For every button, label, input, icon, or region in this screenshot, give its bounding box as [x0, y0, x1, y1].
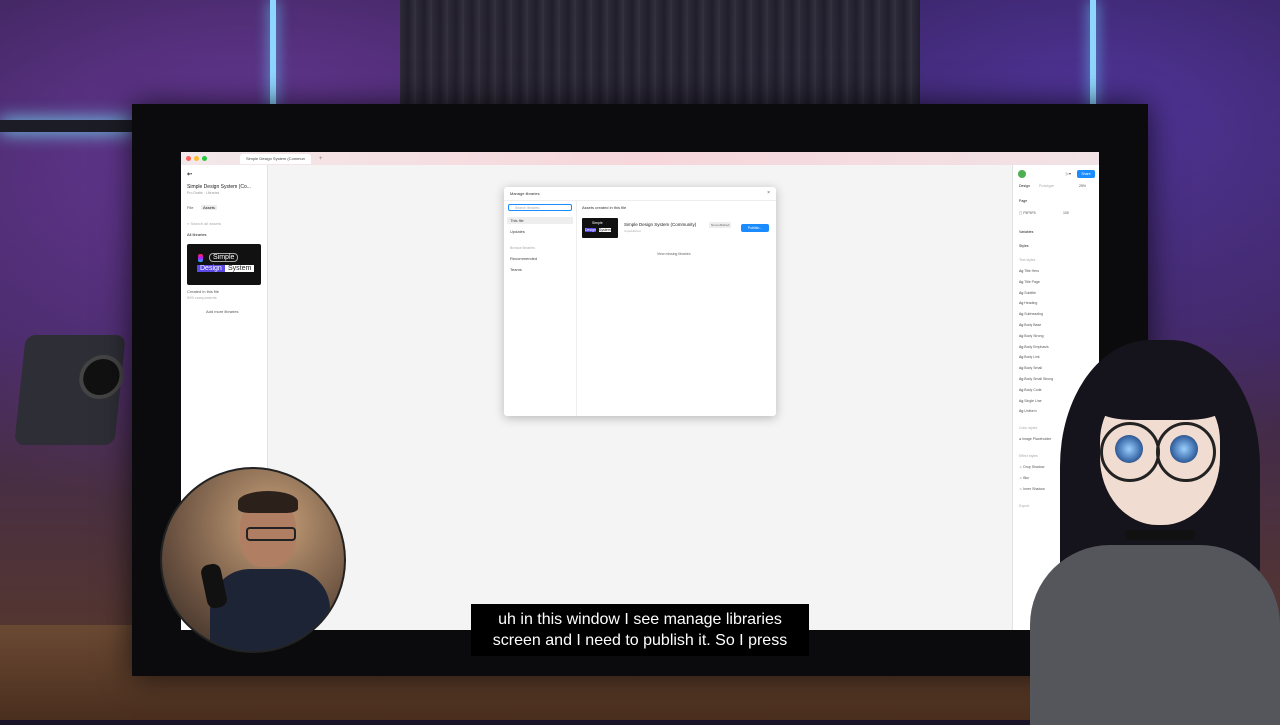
modal-title: Manage libraries — [510, 191, 540, 196]
tab-assets[interactable]: Assets — [201, 205, 218, 210]
webcam-feed — [160, 467, 346, 653]
modal-main: Assets created in this file Simple Desig… — [577, 200, 776, 416]
add-more-libraries-button[interactable]: Add more libraries — [206, 309, 238, 314]
page-color-input[interactable]: ▢ F5F5F5 — [1019, 211, 1036, 215]
file-location: Pro Drafts · Libraries — [187, 191, 220, 195]
variables-label[interactable]: Variables — [1019, 230, 1033, 234]
speaker — [14, 335, 126, 445]
library-name: Simple Design System (Community) — [624, 222, 697, 227]
thumb-word-design: Design — [197, 265, 225, 272]
text-style-label: Title Hero — [1024, 269, 1040, 273]
caption-line-1: uh in this window I see manage libraries — [498, 611, 782, 628]
text-style-item[interactable]: Ag Title Hero — [1019, 269, 1039, 273]
neon-light-left — [270, 0, 276, 110]
file-name[interactable]: Simple Design System (Co... — [187, 184, 251, 190]
tab-file[interactable]: File — [187, 205, 193, 210]
share-button[interactable]: Share — [1077, 170, 1095, 178]
thumb-meta: 999 components — [187, 295, 217, 300]
caption-line-2: screen and I need to publish it. So I pr… — [492, 632, 788, 649]
maximize-window-button[interactable] — [202, 156, 207, 161]
tab-prototype[interactable]: Prototype — [1039, 184, 1054, 188]
library-row-thumbnail: Simple Design System — [582, 218, 618, 238]
browse-section-label: Browse libraries — [510, 246, 535, 250]
text-style-item[interactable]: Ag Title Page — [1019, 280, 1040, 284]
microphone — [199, 562, 229, 610]
nav-recommended[interactable]: Recommended — [510, 256, 537, 261]
anime-avatar — [990, 330, 1280, 725]
library-meta: Unpublished — [624, 229, 641, 233]
page-opacity-input[interactable]: 100 — [1063, 211, 1069, 215]
file-tab[interactable]: Simple Design System (Commun — [240, 153, 311, 164]
close-icon[interactable]: × — [767, 190, 770, 196]
main-heading: Assets created in this file — [582, 205, 627, 210]
assets-search-input[interactable]: ⌕ Search all assets — [187, 221, 221, 226]
page-label: Page — [1019, 199, 1028, 203]
title-bar: Simple Design System (Commun + — [181, 152, 1099, 165]
modal-header: Manage libraries × — [504, 187, 776, 201]
text-style-item[interactable]: Ag Subheading — [1019, 312, 1043, 316]
zoom-level[interactable]: 25% — [1079, 184, 1086, 188]
text-style-label: Heading — [1024, 301, 1038, 306]
library-search-input[interactable]: Search libraries — [508, 204, 572, 211]
figma-menu-icon[interactable]: ◆▾ — [187, 171, 192, 176]
text-style-label: Subheading — [1024, 312, 1043, 317]
neon-light-right — [1090, 0, 1096, 110]
text-style-label: Subtitle — [1024, 290, 1036, 295]
thumb-word-system: System — [225, 265, 255, 272]
minimize-window-button[interactable] — [194, 156, 199, 161]
library-thumbnail[interactable]: Simple Design System — [187, 244, 261, 285]
text-style-item[interactable]: Ag Subtitle — [1019, 291, 1036, 295]
status-badge: Not published — [709, 222, 732, 228]
new-tab-button[interactable]: + — [319, 156, 323, 162]
publish-button[interactable]: Publish... — [741, 224, 769, 232]
thumb-caption: Created in this file — [187, 289, 220, 294]
curtain — [400, 0, 920, 120]
nav-teams[interactable]: Teams — [510, 267, 522, 272]
tab-design[interactable]: Design — [1019, 184, 1030, 188]
figma-logo-icon — [198, 254, 203, 262]
shelf — [0, 120, 135, 132]
manage-libraries-modal: Manage libraries × Search libraries This… — [504, 187, 776, 416]
text-style-item[interactable]: Ag Heading — [1019, 301, 1037, 305]
text-styles-label: Text styles — [1019, 258, 1036, 262]
modal-sidebar: Search libraries This file Updates Brows… — [504, 200, 577, 416]
view-missing-libraries-link[interactable]: View missing libraries — [657, 252, 691, 256]
text-style-label: Title Page — [1024, 279, 1040, 284]
present-icon[interactable]: ▷▾ — [1066, 171, 1071, 176]
styles-label: Styles — [1019, 244, 1029, 248]
close-window-button[interactable] — [186, 156, 191, 161]
nav-updates[interactable]: Updates — [510, 229, 525, 234]
thumb-word-simple: Simple — [209, 253, 239, 262]
text-style-label: Body Base — [1024, 323, 1042, 327]
all-libraries-heading: All libraries — [187, 232, 207, 237]
subtitle-caption: uh in this window I see manage libraries… — [471, 604, 809, 656]
library-row[interactable]: Simple Design System Simple Design Syste… — [582, 218, 771, 240]
avatar[interactable] — [1018, 170, 1026, 178]
text-style-item[interactable]: Ag Body Base — [1019, 323, 1041, 327]
nav-this-file[interactable]: This file — [507, 217, 573, 224]
